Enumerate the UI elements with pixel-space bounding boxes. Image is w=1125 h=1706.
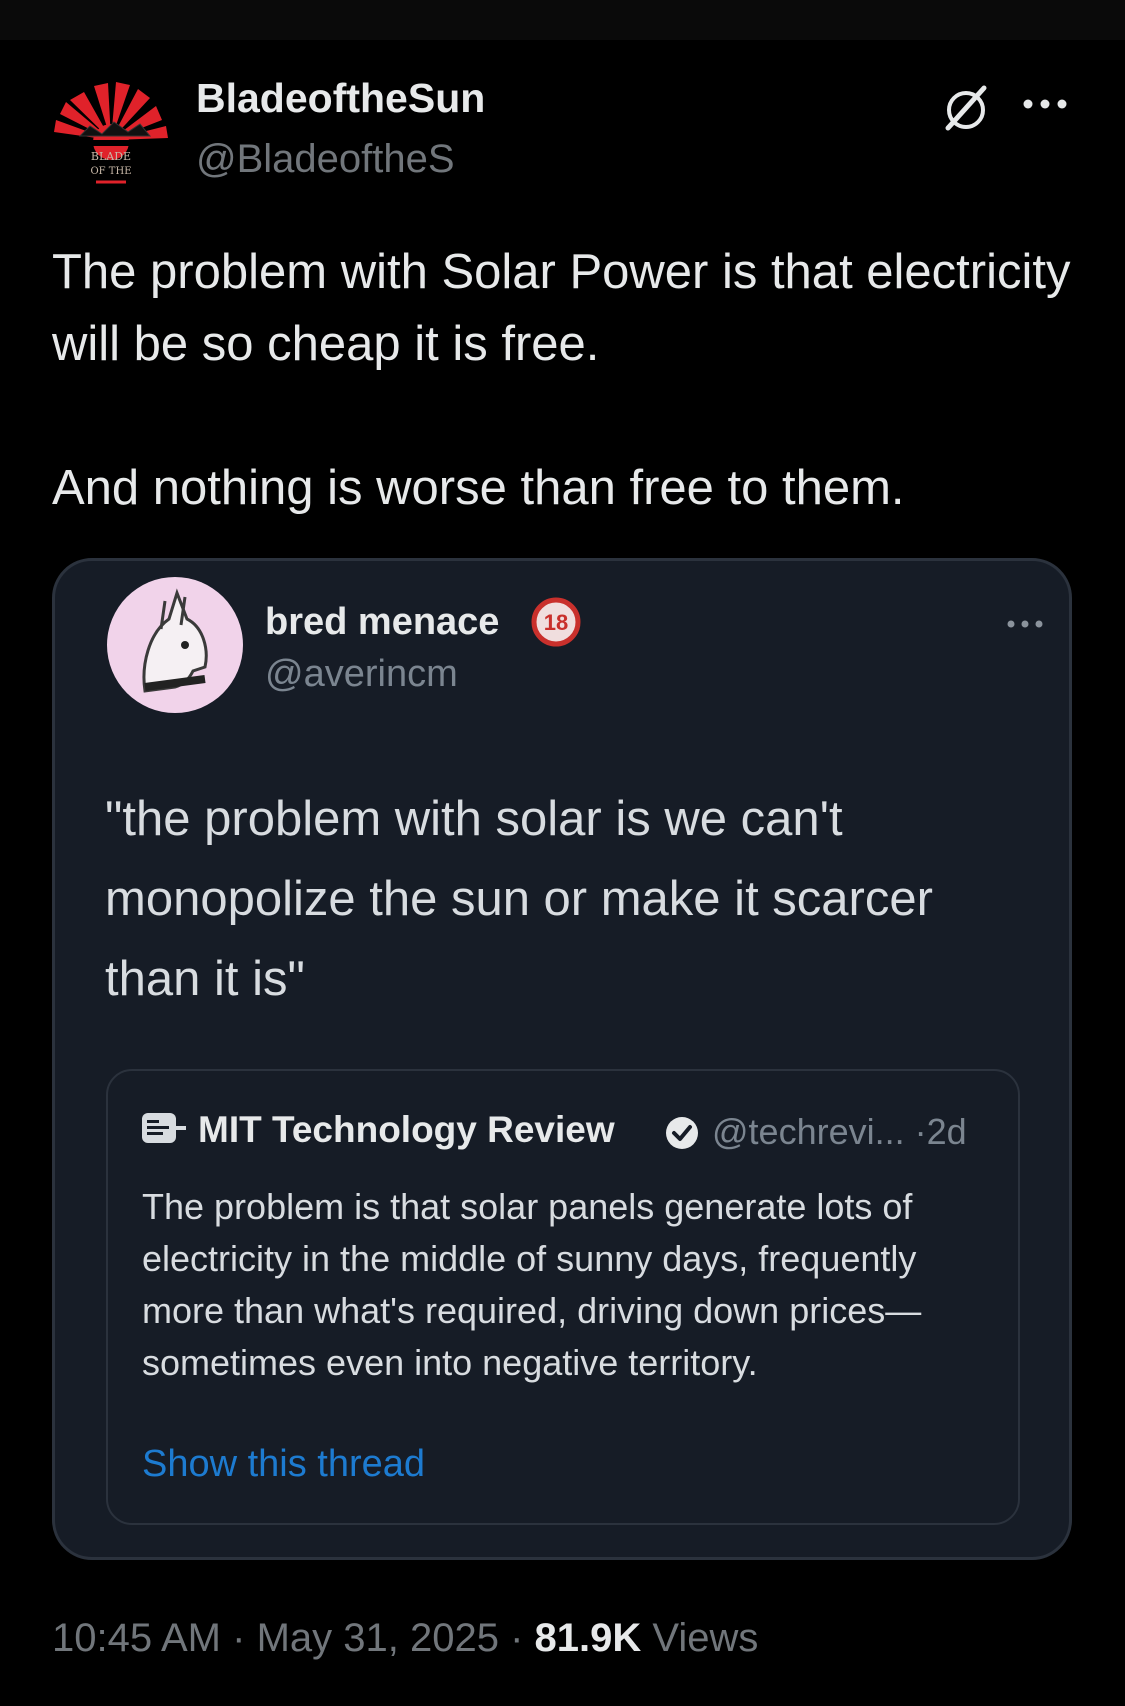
inner-age: 2d — [926, 1111, 967, 1152]
meta-separator: · — [498, 1616, 535, 1660]
show-thread-link: Show this thread — [142, 1443, 426, 1485]
inner-separator: · — [914, 1111, 927, 1152]
attached-image[interactable]: bred menace 18 @averincm "the problem wi… — [52, 558, 1072, 1560]
inner-handle-line: @techrevi... ·2d — [712, 1111, 967, 1153]
avatar-text-line2: OF THE — [90, 166, 131, 177]
more-icon[interactable] — [1020, 96, 1070, 112]
author-avatar[interactable]: BLADE OF THE — [50, 70, 172, 192]
tweet-meta: 10:45 AM · May 31, 2025 · 81.9K Views — [52, 1616, 758, 1661]
inner-text: The problem is that solar panels generat… — [142, 1186, 922, 1383]
tweet-text: The problem with Solar Power is that ele… — [52, 245, 1071, 515]
views-count[interactable]: 81.9K — [535, 1616, 642, 1660]
rising-sun-logo: BLADE OF THE — [52, 82, 170, 184]
avatar-text-line1: BLADE — [91, 150, 131, 163]
inner-display-name: MIT Technology Review — [198, 1109, 615, 1150]
author-display-name[interactable]: BladeoftheSun — [196, 75, 485, 122]
quoted-handle: @averincm — [265, 653, 458, 695]
grok-icon[interactable] — [940, 82, 992, 134]
status-bar — [0, 0, 1125, 40]
quoted-more-icon — [1005, 617, 1045, 629]
views-label[interactable]: Views — [652, 1616, 758, 1660]
meta-separator: · — [221, 1616, 257, 1660]
mit-logo-icon — [142, 1111, 186, 1145]
tweet-date[interactable]: May 31, 2025 — [257, 1616, 499, 1660]
quoted-display-name: bred menace — [265, 601, 500, 643]
age-18-icon: 18 — [530, 596, 582, 648]
tweet-time[interactable]: 10:45 AM — [52, 1616, 221, 1660]
author-handle[interactable]: @BladeoftheS — [196, 137, 455, 182]
verified-icon — [664, 1115, 700, 1151]
inner-handle: @techrevi... — [712, 1111, 905, 1152]
quoted-text: "the problem with solar is we can't mono… — [105, 792, 933, 1006]
age-badge-text: 18 — [544, 610, 568, 635]
quoted-avatar — [105, 575, 245, 715]
inner-quoted-tweet: MIT Technology Review @techrevi... ·2d T… — [106, 1069, 1020, 1525]
